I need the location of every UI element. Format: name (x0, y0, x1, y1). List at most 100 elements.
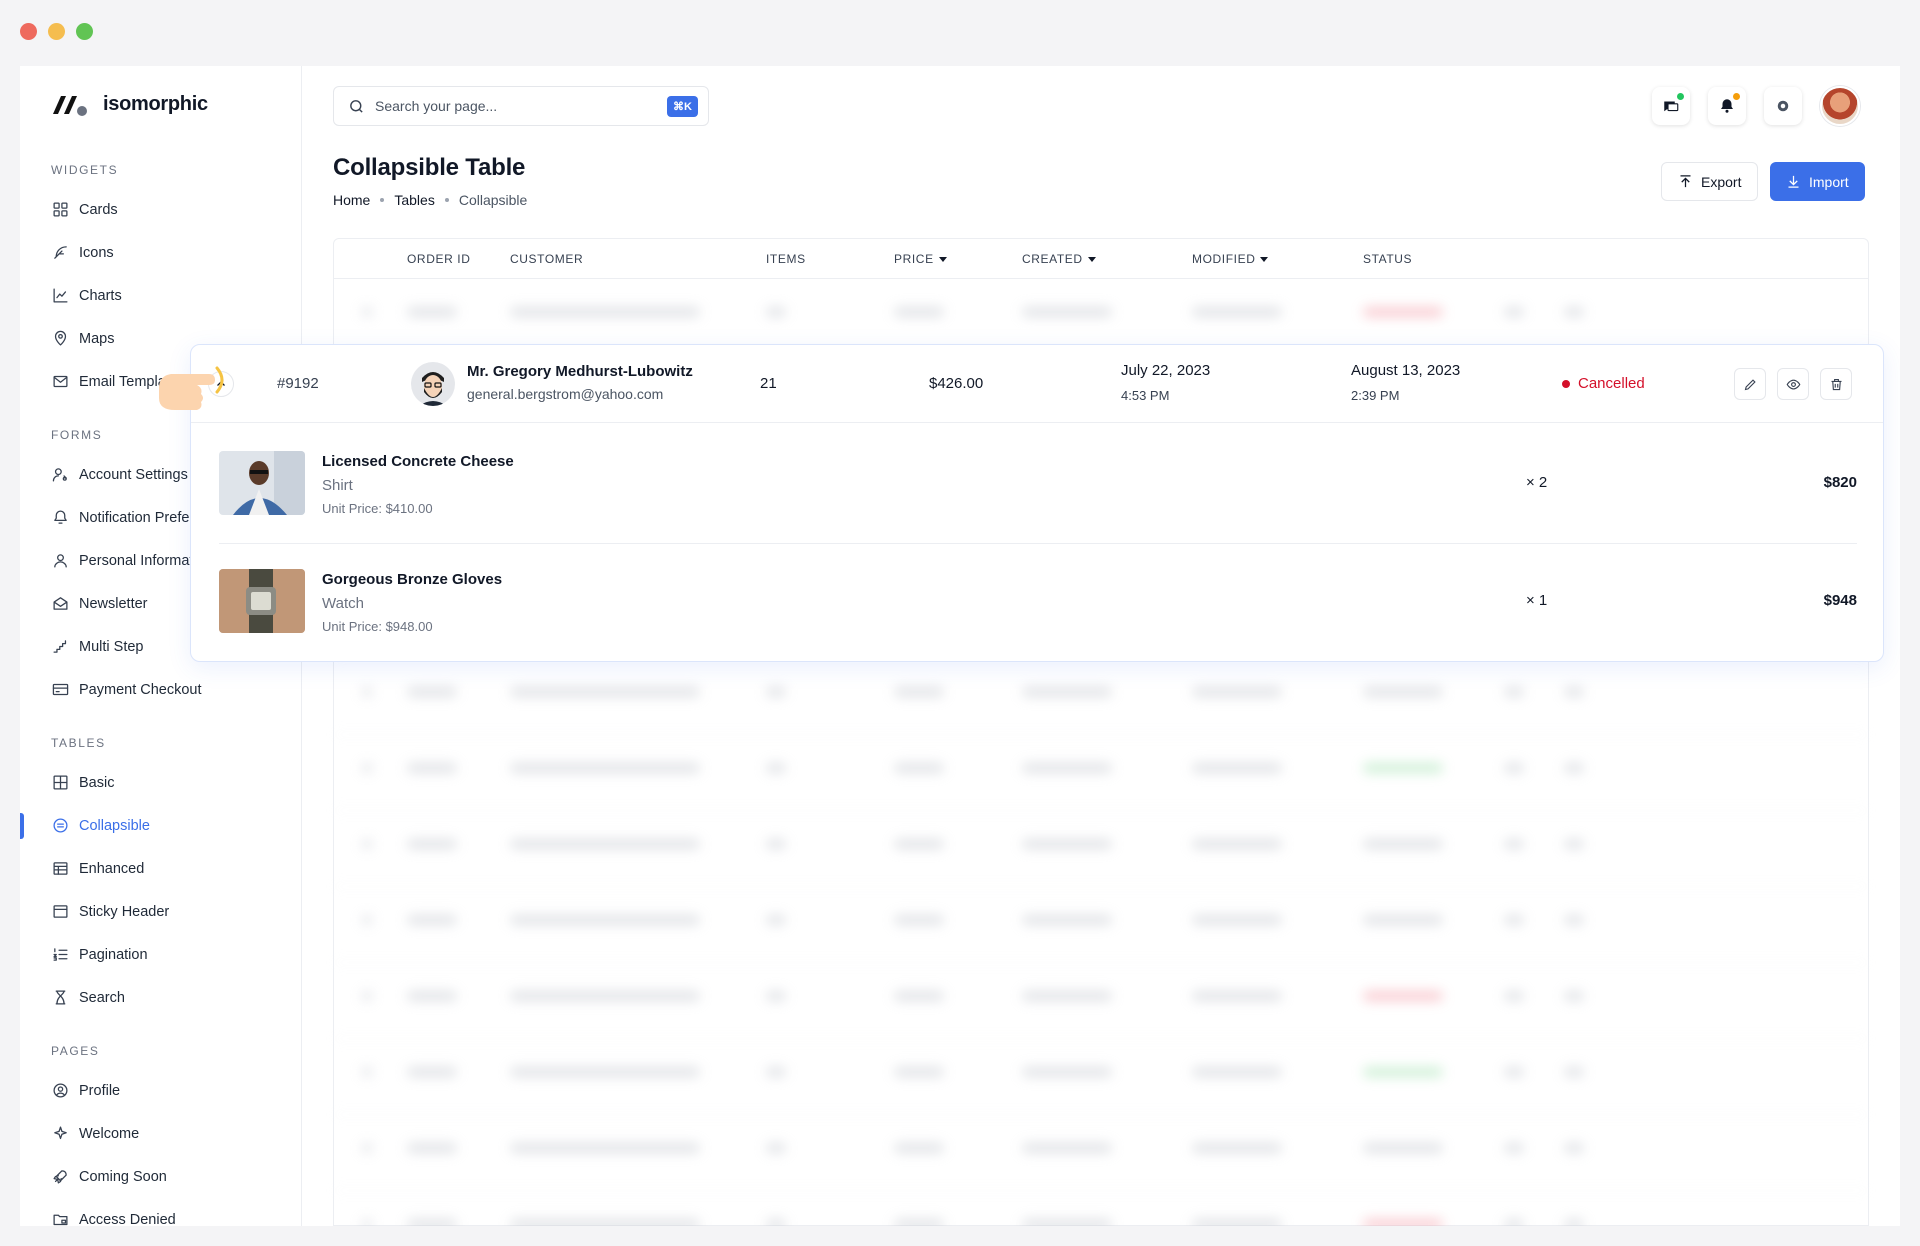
status-label: Cancelled (1578, 375, 1645, 392)
table-row (334, 1115, 1868, 1191)
sidebar-item-label: Multi Step (79, 638, 144, 655)
window-controls (20, 23, 93, 40)
items-count: 21 (760, 375, 777, 392)
table-row (334, 887, 1868, 963)
order-price: $426.00 (929, 375, 984, 392)
settings-button[interactable] (1764, 87, 1802, 125)
messages-icon (1664, 101, 1679, 112)
column-header-created[interactable]: CREATED (1022, 252, 1096, 266)
view-button[interactable] (1777, 368, 1809, 400)
minimize-window-button[interactable] (48, 23, 65, 40)
sidebar-item-collapsible[interactable]: Collapsible (20, 804, 302, 847)
modified-date: August 13, 2023 (1351, 362, 1461, 379)
cards-icon (51, 201, 69, 219)
order-id: #9192 (277, 375, 319, 392)
page-title: Collapsible Table (333, 154, 526, 181)
table-row (334, 1191, 1868, 1226)
feather-icon (51, 244, 69, 262)
sidebar-item-basic[interactable]: Basic (20, 761, 302, 804)
edit-button[interactable] (1734, 368, 1766, 400)
header-actions (1652, 86, 1860, 126)
sidebar-item-label: Coming Soon (79, 1168, 167, 1185)
status-badge: Cancelled (1562, 375, 1645, 392)
search-icon (350, 99, 363, 113)
table-row (334, 963, 1868, 1039)
sidebar-item-charts[interactable]: Charts (20, 274, 302, 317)
product-image (219, 451, 305, 515)
breadcrumb-tables[interactable]: Tables (394, 192, 434, 208)
sidebar-item-enhanced[interactable]: Enhanced (20, 847, 302, 890)
sidebar-item-label: Basic (79, 774, 115, 791)
breadcrumb-separator (380, 198, 385, 202)
search-box[interactable]: ⌘K (333, 86, 709, 126)
created-time: 4:53 PM (1121, 388, 1170, 403)
sidebar-item-sticky-header[interactable]: Sticky Header (20, 890, 302, 933)
sidebar-item-coming-soon[interactable]: Coming Soon (20, 1155, 302, 1198)
table-header: ORDER ID CUSTOMER ITEMS PRICE CREATED MODIFIE… (334, 239, 1868, 279)
window-icon (51, 903, 69, 921)
column-header-status: STATUS (1363, 252, 1413, 266)
sidebar-item-label: Profile (79, 1082, 121, 1099)
maximize-window-button[interactable] (76, 23, 93, 40)
grid-icon (51, 774, 69, 792)
export-button[interactable]: Export (1661, 162, 1759, 201)
steps-icon (51, 638, 69, 656)
messages-button[interactable] (1652, 87, 1690, 125)
chart-icon (51, 287, 69, 305)
app-window: isomorphic WIDGETS Cards Icons Charts Maps Em… (20, 66, 1900, 1226)
product-quantity: × 1 (1526, 592, 1548, 609)
user-gear-icon (51, 466, 69, 484)
sidebar-item-pagination[interactable]: Pagination (20, 933, 302, 976)
sidebar-item-label: Icons (79, 244, 114, 261)
table-row[interactable]: #9192 Mr. Gregory Medhurst-Lubowitz gene… (191, 345, 1883, 423)
search-input[interactable] (375, 98, 668, 114)
table-row (334, 659, 1868, 735)
sidebar-item-welcome[interactable]: Welcome (20, 1112, 302, 1155)
sidebar-item-icons[interactable]: Icons (20, 231, 302, 274)
breadcrumb-current: Collapsible (458, 192, 528, 208)
customer-name: Mr. Gregory Medhurst-Lubowitz (467, 363, 693, 380)
export-label: Export (1701, 173, 1742, 190)
close-window-button[interactable] (20, 23, 37, 40)
eye-icon (1786, 379, 1800, 389)
product-category: Shirt (322, 477, 353, 494)
import-button[interactable]: Import (1770, 162, 1865, 201)
sidebar-item-label: Search (79, 989, 125, 1006)
column-header-customer: CUSTOMER (510, 252, 584, 266)
sidebar-item-profile[interactable]: Profile (20, 1069, 302, 1112)
sidebar-item-label: Cards (79, 201, 118, 218)
brand[interactable]: isomorphic (51, 90, 208, 118)
column-header-order-id: ORDER ID (407, 252, 471, 266)
hourglass-icon (51, 989, 69, 1007)
created-date: July 22, 2023 (1121, 362, 1211, 379)
sidebar-item-search[interactable]: Search (20, 976, 302, 1019)
product-quantity: × 2 (1526, 474, 1548, 491)
product-item: Gorgeous Bronze Gloves Watch Unit Price:… (219, 543, 1857, 663)
trash-icon (1831, 378, 1841, 390)
gear-icon (1777, 100, 1789, 112)
column-header-modified[interactable]: MODIFIED (1192, 252, 1269, 266)
sidebar-item-label: Sticky Header (79, 903, 170, 920)
breadcrumb-home[interactable]: Home (333, 192, 370, 208)
import-icon (1788, 175, 1799, 188)
user-icon (51, 552, 69, 570)
sidebar-section-tables: TABLES (51, 736, 106, 750)
sidebar-item-label: Payment Checkout (79, 681, 202, 698)
sidebar-item-payment-checkout[interactable]: Payment Checkout (20, 668, 302, 711)
table-row (334, 735, 1868, 811)
sidebar-item-label: Maps (79, 330, 115, 347)
notifications-button[interactable] (1708, 87, 1746, 125)
breadcrumb: Home Tables Collapsible (333, 192, 527, 208)
sidebar-item-cards[interactable]: Cards (20, 188, 302, 231)
sidebar-section-widgets: WIDGETS (51, 163, 119, 177)
column-header-price[interactable]: PRICE (894, 252, 947, 266)
list-numbers-icon (51, 946, 69, 964)
sidebar-item-access-denied[interactable]: Access Denied (20, 1198, 302, 1226)
messages-badge-dot (1677, 93, 1684, 100)
table-row (334, 1039, 1868, 1115)
bell-icon (1721, 99, 1733, 113)
customer-email: general.bergstrom@yahoo.com (467, 386, 664, 402)
expanded-order-row: #9192 Mr. Gregory Medhurst-Lubowitz gene… (190, 344, 1884, 662)
delete-button[interactable] (1820, 368, 1852, 400)
user-avatar[interactable] (1820, 86, 1860, 126)
